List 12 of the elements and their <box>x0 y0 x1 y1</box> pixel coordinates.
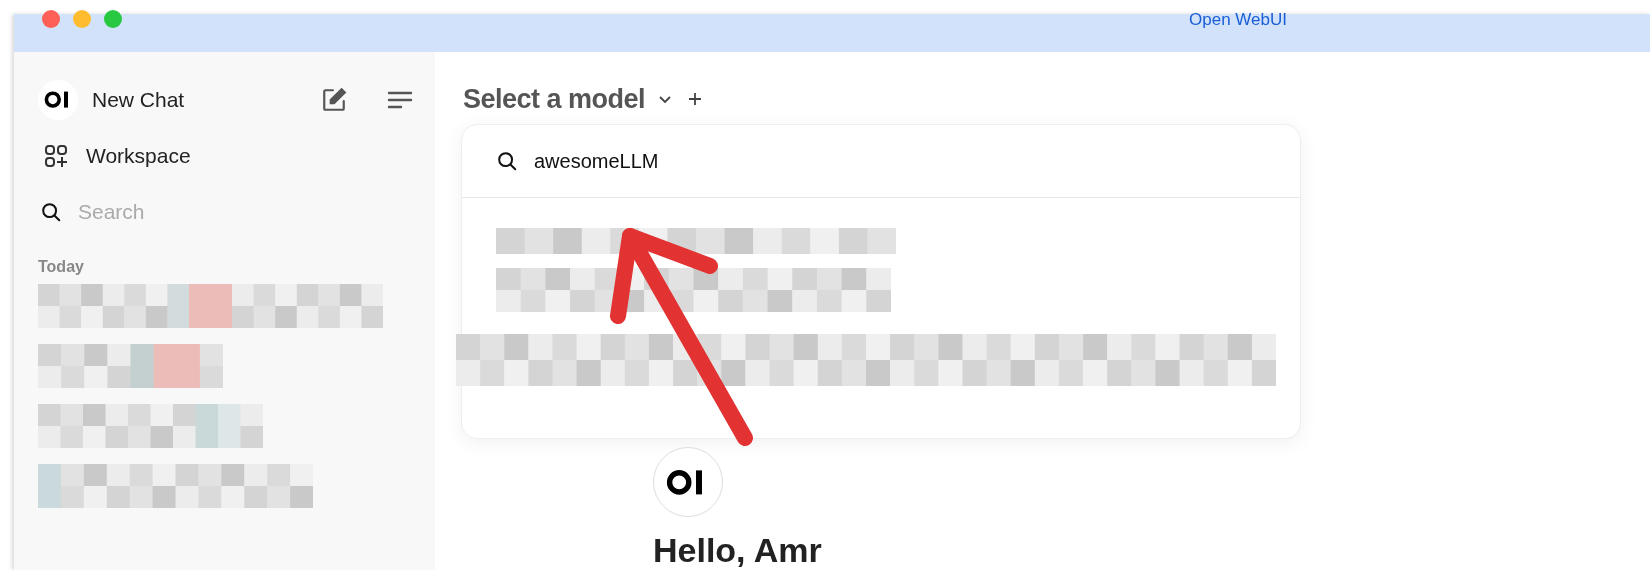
model-selector[interactable]: Select a model <box>463 83 674 115</box>
search-icon <box>496 150 518 172</box>
add-icon[interactable] <box>687 91 704 107</box>
new-chat-link[interactable]: New Chat <box>92 88 303 112</box>
search-icon <box>40 201 62 223</box>
window-title: Open WebUI <box>1189 10 1287 30</box>
greeting-heading: Hello, Amr <box>653 531 822 570</box>
grid-plus-icon <box>44 144 68 168</box>
sidebar-item[interactable]: Workspace <box>86 144 191 168</box>
close-window-button[interactable] <box>42 10 60 28</box>
section-heading: Today <box>38 258 85 276</box>
search-field[interactable]: Search <box>76 199 351 225</box>
